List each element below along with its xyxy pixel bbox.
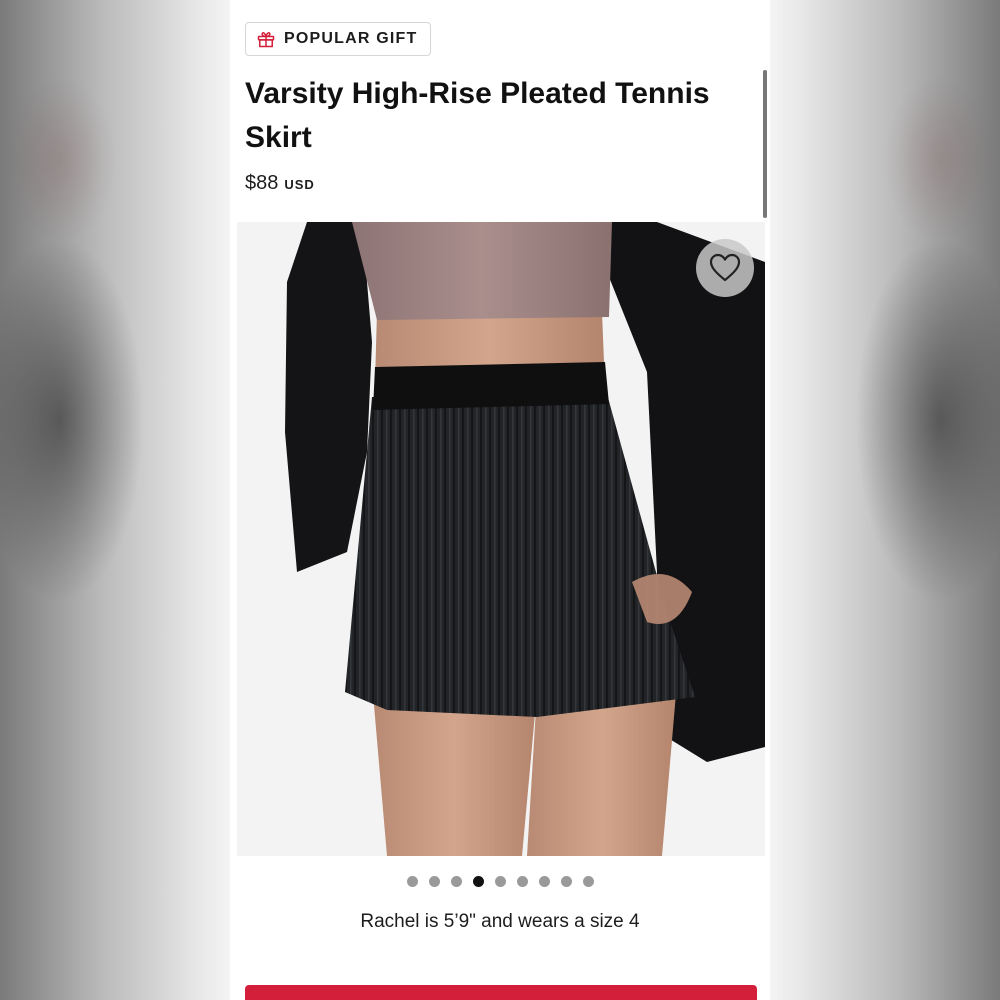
carousel-dot[interactable]	[450, 876, 462, 887]
scrollbar[interactable]	[763, 70, 767, 218]
carousel-dot[interactable]	[472, 876, 484, 887]
carousel-dot[interactable]	[516, 876, 528, 887]
product-photo-illustration	[237, 222, 765, 856]
gift-icon	[257, 32, 275, 48]
product-image[interactable]	[237, 222, 765, 856]
carousel-dot[interactable]	[428, 876, 440, 887]
product-title: Varsity High-Rise Pleated Tennis Skirt	[245, 77, 710, 154]
product-price: $88 USD	[245, 172, 315, 195]
heart-icon	[709, 253, 741, 282]
model-size-note: Rachel is 5’9" and wears a size 4	[360, 911, 640, 932]
carousel-dots	[230, 876, 770, 887]
carousel-dot[interactable]	[406, 876, 418, 887]
carousel-dot[interactable]	[538, 876, 550, 887]
carousel-dot[interactable]	[560, 876, 572, 887]
wishlist-button[interactable]	[696, 239, 754, 297]
popular-gift-badge: POPULAR GIFT	[245, 22, 431, 56]
badge-label: POPULAR GIFT	[284, 30, 418, 47]
price-amount: $88	[245, 172, 279, 194]
carousel-dot[interactable]	[582, 876, 594, 887]
add-to-bag-button[interactable]	[245, 985, 757, 1000]
product-page: POPULAR GIFT Varsity High-Rise Pleated T…	[230, 0, 770, 1000]
price-currency: USD	[284, 177, 315, 192]
carousel-dot[interactable]	[494, 876, 506, 887]
